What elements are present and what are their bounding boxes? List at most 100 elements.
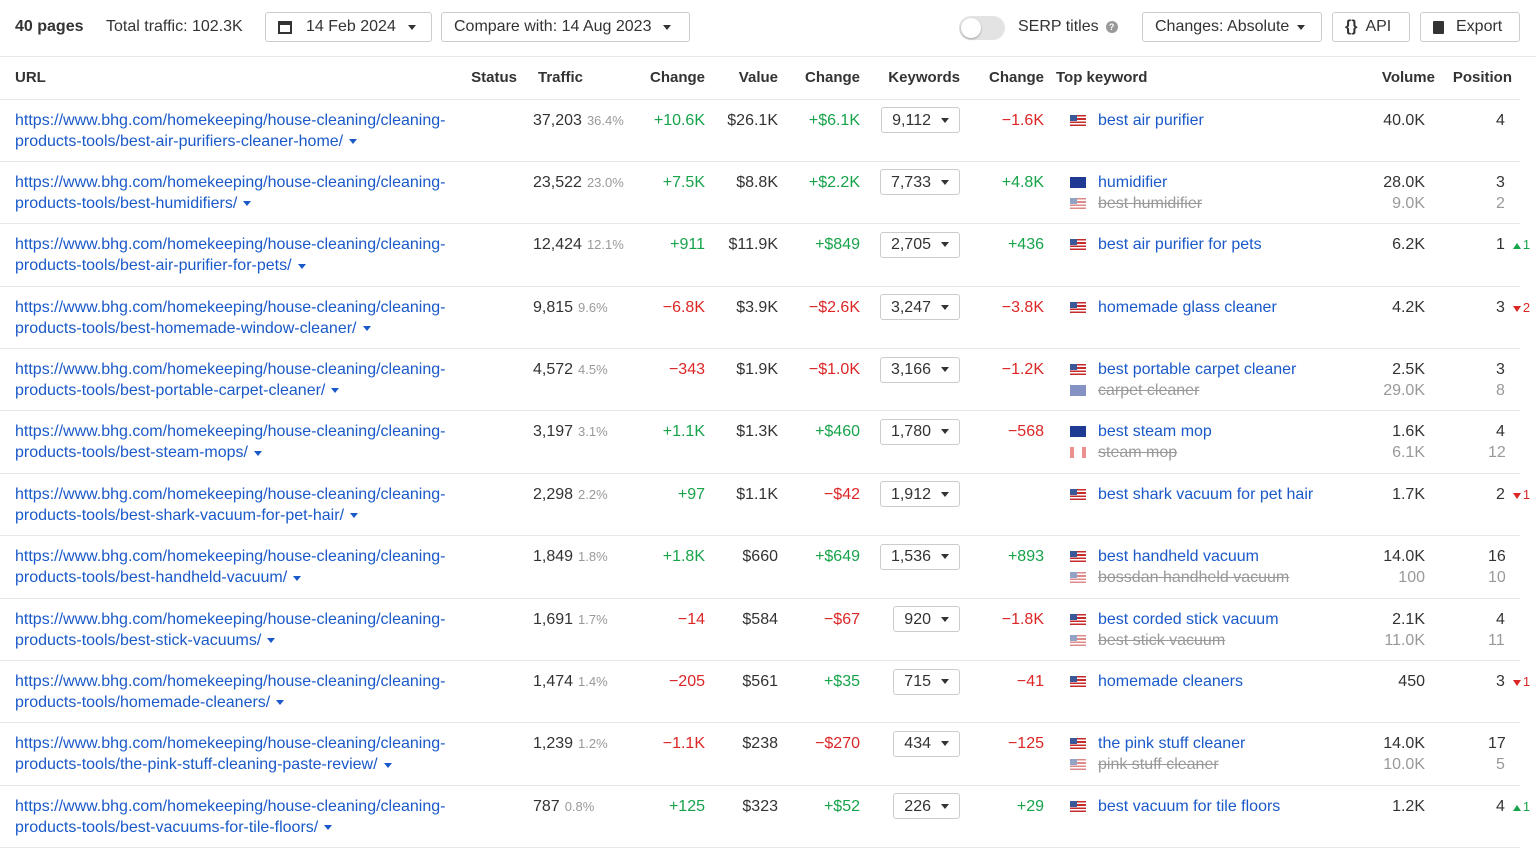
keyword-link[interactable]: best steam mop bbox=[1098, 421, 1212, 442]
col-volume[interactable]: Volume bbox=[1324, 57, 1443, 100]
keyword-link[interactable]: best handheld vacuum bbox=[1098, 546, 1259, 567]
keywords-dropdown[interactable]: 3,166 bbox=[879, 356, 960, 383]
keywords-dropdown[interactable]: 1,536 bbox=[879, 543, 960, 570]
chevron-down-icon[interactable] bbox=[362, 325, 371, 331]
value-change: −$67 bbox=[786, 598, 868, 662]
top-keyword: best handheld vacuum bbox=[1070, 546, 1316, 567]
compare-date-button[interactable]: Compare with: 14 Aug 2023 bbox=[441, 12, 690, 42]
url-link[interactable]: https://www.bhg.com/homekeeping/house-cl… bbox=[15, 486, 445, 524]
keyword-link[interactable]: best humidifier bbox=[1098, 193, 1202, 214]
url-link[interactable]: https://www.bhg.com/homekeeping/house-cl… bbox=[15, 423, 445, 461]
chevron-down-icon[interactable] bbox=[297, 263, 306, 269]
url-link[interactable]: https://www.bhg.com/homekeeping/house-cl… bbox=[15, 236, 445, 274]
col-keywords[interactable]: Keywords bbox=[868, 57, 968, 100]
chevron-down-icon[interactable] bbox=[324, 825, 333, 831]
traffic-share: 36.4% bbox=[586, 112, 624, 128]
keywords-dropdown[interactable]: 7,733 bbox=[879, 169, 960, 196]
keyword-position: 2 bbox=[1496, 194, 1505, 212]
url-link[interactable]: https://www.bhg.com/homekeeping/house-cl… bbox=[15, 361, 445, 399]
keywords-dropdown[interactable]: 920 bbox=[893, 606, 960, 633]
keyword-link[interactable]: homemade cleaners bbox=[1098, 671, 1243, 692]
keyword-link[interactable]: humidifier bbox=[1098, 172, 1167, 193]
keyword-link[interactable]: best shark vacuum for pet hair bbox=[1098, 484, 1313, 505]
col-value[interactable]: Value bbox=[713, 57, 786, 100]
traffic-value-usd: $561 bbox=[713, 660, 786, 724]
col-keywords-change[interactable]: Change bbox=[968, 57, 1052, 100]
keyword-position: 4 bbox=[1496, 111, 1505, 129]
keywords-dropdown[interactable]: 715 bbox=[893, 668, 960, 695]
date-picker-button[interactable]: 14 Feb 2024 bbox=[265, 12, 432, 42]
keyword-volume: 14.0K bbox=[1383, 548, 1425, 566]
keywords-count: 3,166 bbox=[890, 361, 931, 379]
col-value-change[interactable]: Change bbox=[786, 57, 868, 100]
chevron-down-icon[interactable] bbox=[267, 637, 276, 643]
keyword-link[interactable]: best portable carpet cleaner bbox=[1098, 359, 1296, 380]
chevron-down-icon[interactable] bbox=[243, 201, 252, 207]
keyword-position: 3 bbox=[1496, 673, 1505, 691]
keywords-dropdown[interactable]: 1,912 bbox=[879, 481, 960, 508]
chevron-down-icon[interactable] bbox=[350, 513, 359, 519]
keyword-link[interactable]: best air purifier for pets bbox=[1098, 234, 1262, 255]
col-top-keyword[interactable]: Top keyword bbox=[1052, 57, 1324, 100]
col-status[interactable]: Status bbox=[455, 57, 525, 100]
url-link[interactable]: https://www.bhg.com/homekeeping/house-cl… bbox=[15, 735, 445, 773]
keyword-volume: 11.0K bbox=[1384, 631, 1425, 649]
chevron-down-icon[interactable] bbox=[331, 388, 340, 394]
url-link[interactable]: https://www.bhg.com/homekeeping/house-cl… bbox=[15, 299, 445, 337]
keyword-link[interactable]: best stick vacuum bbox=[1098, 630, 1225, 651]
keyword-link[interactable]: best air purifier bbox=[1098, 110, 1204, 131]
chevron-down-icon[interactable] bbox=[293, 575, 302, 581]
keywords-dropdown[interactable]: 434 bbox=[893, 730, 960, 757]
chevron-down-icon bbox=[941, 429, 949, 435]
chevron-down-icon[interactable] bbox=[253, 450, 262, 456]
keyword-link[interactable]: carpet cleaner bbox=[1098, 380, 1199, 401]
value-change: +$460 bbox=[786, 410, 868, 474]
keyword-link[interactable]: steam mop bbox=[1098, 442, 1177, 463]
arrow-down-icon bbox=[1512, 492, 1521, 499]
keyword-position: 2 bbox=[1496, 485, 1505, 503]
url-link[interactable]: https://www.bhg.com/homekeeping/house-cl… bbox=[15, 611, 445, 649]
chevron-down-icon[interactable] bbox=[276, 700, 285, 706]
col-position[interactable]: Position bbox=[1443, 57, 1520, 100]
keyword-link[interactable]: homemade glass cleaner bbox=[1098, 297, 1277, 318]
keywords-count: 434 bbox=[904, 735, 931, 753]
table-row: https://www.bhg.com/homekeeping/house-cl… bbox=[0, 348, 1520, 412]
status-cell bbox=[455, 785, 525, 849]
keywords-dropdown[interactable]: 3,247 bbox=[879, 294, 960, 321]
keywords-dropdown[interactable]: 226 bbox=[893, 793, 960, 820]
chevron-down-icon bbox=[941, 554, 949, 560]
url-link[interactable]: https://www.bhg.com/homekeeping/house-cl… bbox=[15, 673, 445, 711]
export-button[interactable]: Export bbox=[1420, 12, 1520, 42]
keyword-link[interactable]: best vacuum for tile floors bbox=[1098, 796, 1280, 817]
url-link[interactable]: https://www.bhg.com/homekeeping/house-cl… bbox=[15, 548, 445, 586]
keywords-count: 3,247 bbox=[890, 298, 931, 316]
url-link[interactable]: https://www.bhg.com/homekeeping/house-cl… bbox=[15, 112, 445, 150]
traffic-value-usd: $26.1K bbox=[713, 99, 786, 162]
traffic-share: 9.6% bbox=[578, 299, 608, 315]
url-link[interactable]: https://www.bhg.com/homekeeping/house-cl… bbox=[15, 798, 445, 836]
col-traffic-change[interactable]: Change bbox=[631, 57, 713, 100]
changes-mode-button[interactable]: Changes: Absolute bbox=[1142, 12, 1322, 42]
traffic-share: 1.7% bbox=[578, 611, 608, 627]
keyword-link[interactable]: the pink stuff cleaner bbox=[1098, 733, 1245, 754]
serp-titles-label: SERP titles ? bbox=[1018, 18, 1118, 36]
keyword-volume: 6.2K bbox=[1392, 236, 1425, 254]
keywords-change: −568 bbox=[968, 410, 1052, 474]
keyword-link[interactable]: pink stuff cleaner bbox=[1098, 754, 1219, 775]
api-button[interactable]: {} API bbox=[1332, 12, 1410, 42]
position-delta: 1 bbox=[1522, 798, 1531, 814]
keyword-link[interactable]: best corded stick vacuum bbox=[1098, 609, 1279, 630]
keyword-link[interactable]: bossdan handheld vacuum bbox=[1098, 567, 1289, 588]
serp-titles-toggle[interactable] bbox=[959, 16, 1005, 40]
keywords-dropdown[interactable]: 1,780 bbox=[879, 418, 960, 445]
url-link[interactable]: https://www.bhg.com/homekeeping/house-cl… bbox=[15, 174, 445, 212]
traffic-change: −205 bbox=[631, 660, 713, 724]
col-url[interactable]: URL bbox=[0, 57, 455, 100]
keywords-dropdown[interactable]: 2,705 bbox=[879, 231, 960, 258]
url-cell: https://www.bhg.com/homekeeping/house-cl… bbox=[0, 99, 455, 162]
chevron-down-icon[interactable] bbox=[349, 138, 358, 144]
chevron-down-icon[interactable] bbox=[383, 762, 392, 768]
keywords-dropdown[interactable]: 9,112 bbox=[881, 107, 960, 133]
help-icon[interactable]: ? bbox=[1105, 21, 1118, 33]
col-traffic[interactable]: Traffic bbox=[525, 57, 631, 100]
